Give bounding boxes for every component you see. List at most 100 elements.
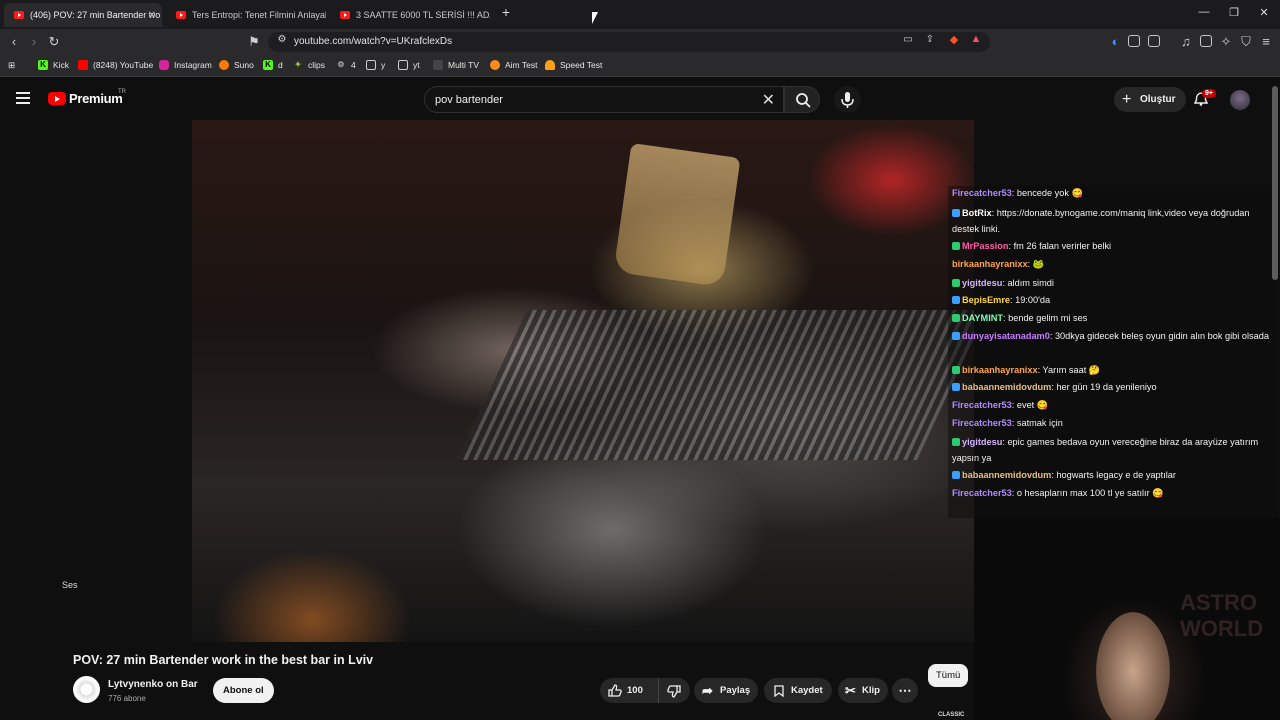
create-label: Oluştur xyxy=(1140,94,1176,105)
bookmark-label: d xyxy=(278,60,283,70)
account-avatar[interactable] xyxy=(1230,90,1250,110)
bookmark-save-icon xyxy=(774,685,784,697)
chat-message: Firecatcher53: evet 😋 xyxy=(952,398,1274,414)
clip-button[interactable]: ✂ Klip xyxy=(838,678,888,703)
chat-message: yigitdesu: epic games bedava oyun verece… xyxy=(952,435,1274,466)
clips-icon: ✦ xyxy=(294,60,302,69)
tab-youtube-pov[interactable]: (406) POV: 27 min Bartender wo ✕ xyxy=(4,3,162,27)
share-icon[interactable]: ⇪ xyxy=(922,34,938,45)
bookmark-folder-yt[interactable]: yt xyxy=(398,60,420,70)
chat-message: BepisEmre: 19:00'da xyxy=(952,293,1274,309)
dislike-button[interactable] xyxy=(658,678,690,703)
bookmark-label: (8248) YouTube xyxy=(93,60,154,70)
minimize-icon[interactable]: — xyxy=(1194,6,1214,18)
chat-badge-icon xyxy=(952,383,960,391)
youtube-icon xyxy=(78,60,88,70)
url-text[interactable]: youtube.com/watch?v=UKrafclexDs xyxy=(294,36,452,47)
chat-badge-icon xyxy=(952,296,960,304)
hamburger-menu-icon[interactable] xyxy=(16,92,30,104)
chat-badge-icon xyxy=(952,471,960,479)
bookmark-clips[interactable]: ✦ clips xyxy=(293,60,325,70)
tab-title: 3 SAATTE 6000 TL SERİSİ !!! ADANA xyxy=(356,10,490,20)
tab-title: (406) POV: 27 min Bartender wo xyxy=(30,10,161,20)
bookmark-label: clips xyxy=(308,60,326,70)
share-label: Paylaş xyxy=(720,685,751,696)
chat-badge-icon xyxy=(952,438,960,446)
bookmark-d[interactable]: Kd xyxy=(263,60,283,70)
chat-message: yigitdesu: aldım simdi xyxy=(952,276,1274,292)
clear-search-icon[interactable]: ✕ xyxy=(762,90,775,110)
like-button[interactable]: 100 xyxy=(600,678,658,703)
chat-username: Firecatcher53 xyxy=(952,400,1012,410)
voice-search-button[interactable] xyxy=(834,86,861,113)
brave-rewards-icon[interactable]: ▲ xyxy=(968,33,984,45)
chat-message: Firecatcher53: satmak için xyxy=(952,416,1274,432)
ai-icon[interactable]: ✧ xyxy=(1218,34,1234,50)
maximize-icon[interactable]: ❐ xyxy=(1224,6,1244,19)
more-actions-icon[interactable]: ⋯ xyxy=(892,678,918,703)
save-button[interactable]: Kaydet xyxy=(764,678,832,703)
chat-message: Firecatcher53: o hesapların max 100 tl y… xyxy=(952,486,1274,502)
chat-message: MrPassion: fm 26 falan verirler belki xyxy=(952,239,1274,255)
install-icon[interactable]: ▭ xyxy=(900,34,916,45)
search-query[interactable]: pov bartender xyxy=(435,94,503,106)
clip-label: Klip xyxy=(862,685,880,696)
menu-icon[interactable]: ≡ xyxy=(1258,34,1274,49)
music-icon[interactable]: ♫ xyxy=(1178,34,1194,49)
chat-username: yigitdesu xyxy=(962,278,1003,288)
audio-icon[interactable]: ◖ xyxy=(1106,34,1122,49)
bookmark-4[interactable]: ⚙ 4 xyxy=(336,60,355,70)
share-button[interactable]: ➦ Paylaş xyxy=(694,678,758,703)
chat-message: dunyayisatanadam0: 30dkya gidecek beleş … xyxy=(952,329,1274,345)
bookmark-kick[interactable]: K Kick xyxy=(38,60,69,70)
subscribe-button[interactable]: Abone ol xyxy=(213,678,274,703)
volume-label: Ses xyxy=(62,580,78,590)
reload-icon[interactable]: ↻ xyxy=(46,34,62,50)
bookmark-folder-y[interactable]: y xyxy=(366,60,385,70)
bookmark-icon[interactable]: ⚑ xyxy=(246,34,262,50)
bookmark-speedtest[interactable]: Speed Test xyxy=(545,60,602,70)
bookmark-suno[interactable]: Suno xyxy=(219,60,254,70)
page-scrollbar[interactable] xyxy=(1272,86,1278,280)
extension-icon[interactable] xyxy=(1128,35,1140,47)
channel-avatar[interactable] xyxy=(73,676,100,703)
search-button[interactable] xyxy=(784,86,820,113)
close-tab-icon[interactable]: ✕ xyxy=(148,10,156,21)
tab-adana[interactable]: 3 SAATTE 6000 TL SERİSİ !!! ADANA xyxy=(330,3,490,27)
new-tab-icon[interactable]: + xyxy=(496,4,516,20)
bookmark-instagram[interactable]: Instagram xyxy=(159,60,212,70)
folder-icon xyxy=(366,60,376,70)
youtube-logo-icon[interactable] xyxy=(48,92,66,105)
brave-shield-icon[interactable]: ◆ xyxy=(946,33,962,46)
bookmark-label: Instagram xyxy=(174,60,212,70)
forward-icon[interactable]: › xyxy=(26,34,42,49)
folder-icon xyxy=(398,60,408,70)
filter-chip-all[interactable]: Tümü xyxy=(928,664,969,687)
search-input[interactable]: pov bartender ✕ xyxy=(424,86,784,113)
create-button[interactable]: + Oluştur xyxy=(1114,87,1186,112)
tab-tenet[interactable]: Ters Entropi: Tenet Filmini Anlayabild xyxy=(166,3,326,27)
apps-grid-icon[interactable]: ⊞ xyxy=(8,60,15,71)
sidebar-icon[interactable] xyxy=(1148,35,1160,47)
cocktail-glass-scene xyxy=(613,142,741,288)
microphone-icon xyxy=(841,92,854,108)
kick-icon: K xyxy=(263,60,273,70)
bookmark-multitv[interactable]: Multi TV xyxy=(433,60,479,70)
channel-name[interactable]: Lytvynenko on Bar xyxy=(108,679,198,690)
chat-username: Firecatcher53 xyxy=(952,488,1012,498)
youtube-premium-logo[interactable]: Premium xyxy=(69,91,123,106)
settings-icon: ⚙ xyxy=(337,60,345,69)
bookmark-aimtest[interactable]: Aim Test xyxy=(490,60,537,70)
close-window-icon[interactable]: ✕ xyxy=(1254,6,1274,19)
address-bar[interactable]: ⚙ youtube.com/watch?v=UKrafclexDs ▭ ⇪ ◆ … xyxy=(268,32,990,52)
chat-message: babaannemidovdum: her gün 19 da yenileni… xyxy=(952,380,1274,396)
wallet-icon[interactable] xyxy=(1200,35,1212,47)
back-icon[interactable]: ‹ xyxy=(6,34,22,49)
chat-text: : hogwarts legacy e de yaptılar xyxy=(1051,470,1176,480)
speedtest-icon xyxy=(545,60,555,70)
bookmark-youtube[interactable]: (8248) YouTube xyxy=(78,60,153,70)
site-info-icon[interactable]: ⚙ xyxy=(274,34,290,45)
vpn-icon[interactable]: ⛉ xyxy=(1238,34,1254,50)
chat-text: : satmak için xyxy=(1011,418,1063,428)
video-player[interactable] xyxy=(192,120,974,642)
